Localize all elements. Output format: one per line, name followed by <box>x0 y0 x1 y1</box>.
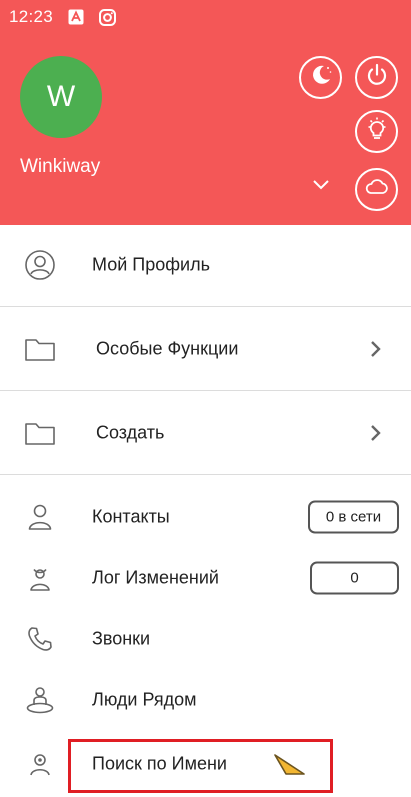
menu-label: Особые Функции <box>96 338 239 359</box>
menu-item-special-functions[interactable]: Особые Функции <box>0 319 411 379</box>
changelog-count-badge: 0 <box>310 561 399 595</box>
divider <box>0 474 411 475</box>
chevron-right-icon <box>368 339 384 359</box>
menu-item-calls[interactable]: Звонки <box>0 609 411 669</box>
person-icon <box>24 501 56 533</box>
menu-label: Мой Профиль <box>92 254 210 275</box>
menu-label: Лог Изменений <box>92 567 219 588</box>
avatar[interactable]: W <box>20 56 102 138</box>
account-expand-button[interactable] <box>310 178 332 196</box>
chevron-right-icon <box>368 423 384 443</box>
mouse-pointer-icon <box>273 753 307 792</box>
status-time: 12:23 <box>9 7 54 26</box>
instagram-icon <box>99 8 117 26</box>
divider <box>0 390 411 391</box>
menu-label: Звонки <box>92 628 151 649</box>
lightbulb-button[interactable] <box>355 110 398 153</box>
menu-item-create[interactable]: Создать <box>0 403 411 463</box>
chevron-down-icon <box>312 178 330 196</box>
folder-icon <box>24 417 56 449</box>
power-button[interactable] <box>355 56 398 99</box>
avatar-letter: W <box>46 80 76 113</box>
person-nearby-icon <box>24 684 56 716</box>
menu-item-contacts[interactable]: Контакты 0 в сети <box>0 487 411 547</box>
divider <box>0 306 411 307</box>
night-mode-button[interactable] <box>299 56 342 99</box>
online-count-badge: 0 в сети <box>308 500 399 534</box>
cloud-button[interactable] <box>355 168 398 211</box>
night-mode-icon <box>308 62 334 93</box>
menu-label: Контакты <box>92 506 170 527</box>
folder-icon <box>24 333 56 365</box>
menu-label: Люди Рядом <box>92 689 197 710</box>
person-signal-icon <box>24 562 56 594</box>
menu-item-changelog[interactable]: Лог Изменений 0 <box>0 548 411 608</box>
menu-item-my-profile[interactable]: Мой Профиль <box>0 235 411 295</box>
username: Winkiway <box>20 156 101 177</box>
cloud-icon <box>364 174 390 205</box>
power-icon <box>364 62 390 93</box>
drawer-header: 12:23 W Winkiway <box>0 0 411 225</box>
phone-icon <box>24 623 56 655</box>
menu-item-people-nearby[interactable]: Люди Рядом <box>0 670 411 730</box>
menu-label: Создать <box>96 422 165 443</box>
user-circle-icon <box>24 249 56 281</box>
text-a-icon <box>68 9 84 25</box>
lightbulb-icon <box>364 116 390 147</box>
person-search-icon <box>24 748 56 780</box>
status-bar: 12:23 <box>0 0 411 34</box>
